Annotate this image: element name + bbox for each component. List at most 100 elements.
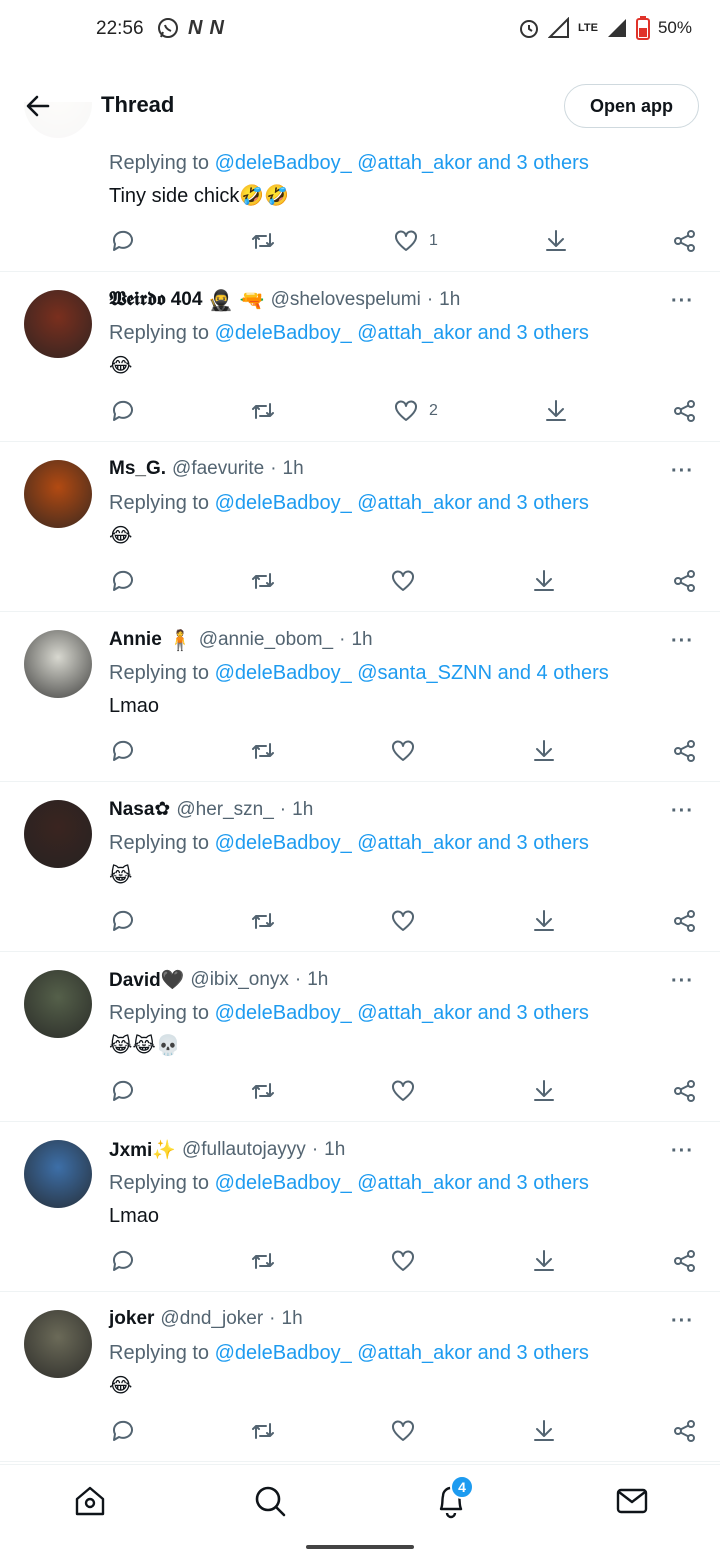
mentions-link[interactable]: @deleBadboy_ @attah_akor and 3 others: [215, 322, 589, 344]
more-options-icon[interactable]: ···: [671, 290, 694, 313]
reply-tweet[interactable]: David🖤 @ibix_onyx · 1h ··· Replying to @…: [0, 952, 720, 1122]
display-name[interactable]: Annie: [109, 629, 162, 651]
timestamp[interactable]: 1h: [307, 969, 328, 991]
reply-button[interactable]: [110, 228, 136, 254]
back-arrow-icon[interactable]: [24, 92, 52, 120]
like-button[interactable]: [390, 1248, 416, 1274]
more-options-icon[interactable]: ···: [671, 460, 694, 483]
like-button[interactable]: [390, 908, 416, 934]
like-button[interactable]: [390, 568, 416, 594]
more-options-icon[interactable]: ···: [671, 970, 694, 993]
retweet-button[interactable]: [250, 1418, 276, 1444]
mentions-link[interactable]: @deleBadboy_ @attah_akor and 3 others: [215, 832, 589, 854]
handle[interactable]: @faevurite: [172, 458, 264, 480]
reply-button[interactable]: [110, 568, 136, 594]
share-button[interactable]: [672, 568, 698, 594]
like-button[interactable]: [390, 1078, 416, 1104]
more-options-icon[interactable]: ···: [671, 800, 694, 823]
mentions-link[interactable]: @deleBadboy_ @attah_akor and 3 others: [215, 1172, 589, 1194]
retweet-button[interactable]: [250, 1078, 276, 1104]
reply-button[interactable]: [110, 1078, 136, 1104]
avatar[interactable]: [24, 800, 92, 868]
display-name[interactable]: Ms_G.: [109, 458, 166, 480]
handle[interactable]: @ibix_onyx: [190, 969, 289, 991]
share-download-button[interactable]: [531, 568, 557, 594]
timestamp[interactable]: 1h: [282, 1308, 303, 1330]
mentions-link[interactable]: @deleBadboy_ @attah_akor and 3 others: [215, 492, 589, 514]
retweet-icon: [252, 573, 274, 589]
share-download-button[interactable]: [543, 398, 569, 424]
more-options-icon[interactable]: ···: [671, 1310, 694, 1333]
share-download-button[interactable]: [531, 1418, 557, 1444]
share-download-button[interactable]: [531, 738, 557, 764]
share-button[interactable]: [672, 1248, 698, 1274]
retweet-button[interactable]: [250, 908, 276, 934]
reply-button[interactable]: [110, 908, 136, 934]
avatar[interactable]: [24, 460, 92, 528]
avatar[interactable]: [24, 1310, 92, 1378]
retweet-button[interactable]: [250, 228, 276, 254]
timestamp[interactable]: 1h: [439, 289, 460, 311]
like-button[interactable]: [390, 1418, 416, 1444]
home-icon[interactable]: [72, 1483, 108, 1519]
timestamp[interactable]: 1h: [351, 629, 372, 651]
mentions-link[interactable]: @deleBadboy_ @attah_akor and 3 others: [215, 152, 589, 174]
replying-label: Replying to: [109, 1342, 210, 1364]
share-download-button[interactable]: [531, 908, 557, 934]
timestamp[interactable]: 1h: [324, 1139, 345, 1161]
avatar[interactable]: [24, 290, 92, 358]
more-options-icon[interactable]: ···: [671, 1140, 694, 1163]
like-button[interactable]: 2: [393, 398, 438, 424]
reply-tweet[interactable]: Jxmi✨ @fullautojayyy · 1h ··· Replying t…: [0, 1122, 720, 1292]
share-button[interactable]: [672, 1418, 698, 1444]
search-icon[interactable]: [252, 1483, 288, 1519]
mentions-link[interactable]: @deleBadboy_ @attah_akor and 3 others: [215, 1342, 589, 1364]
timestamp[interactable]: 1h: [292, 799, 313, 821]
open-app-button[interactable]: Open app: [564, 84, 699, 128]
share-button[interactable]: [672, 1078, 698, 1104]
reply-tweet[interactable]: Annie 🧍 @annie_obom_ · 1h ··· Replying t…: [0, 612, 720, 782]
avatar[interactable]: [24, 970, 92, 1038]
home-indicator[interactable]: [306, 1545, 414, 1549]
handle[interactable]: @shelovespelumi: [271, 289, 421, 311]
display-name[interactable]: Jxmi✨: [109, 1138, 176, 1162]
reply-tweet[interactable]: joker @dnd_joker · 1h ··· Replying to @d…: [0, 1292, 720, 1462]
handle[interactable]: @fullautojayyy: [182, 1139, 306, 1161]
reply-tweet[interactable]: Ms_G. @faevurite · 1h ··· Replying to @d…: [0, 442, 720, 612]
share-download-button[interactable]: [531, 1078, 557, 1104]
reply-button[interactable]: [110, 1418, 136, 1444]
share-download-button[interactable]: [543, 228, 569, 254]
handle[interactable]: @her_szn_: [176, 799, 273, 821]
like-button[interactable]: 1: [393, 228, 438, 254]
reply-feed[interactable]: · ··· Replying to @deleBadboy_ @attah_ak…: [0, 102, 720, 1464]
share-button[interactable]: [672, 908, 698, 934]
messages-icon[interactable]: [614, 1483, 650, 1519]
avatar[interactable]: [24, 630, 92, 698]
retweet-button[interactable]: [250, 1248, 276, 1274]
handle[interactable]: @dnd_joker: [160, 1308, 263, 1330]
reply-tweet[interactable]: Nasa✿ @her_szn_ · 1h ··· Replying to @de…: [0, 782, 720, 952]
share-button[interactable]: [672, 398, 698, 424]
display-name[interactable]: 𝖂𝖊𝖎𝖗𝖉𝖔 404: [109, 289, 202, 311]
retweet-button[interactable]: [250, 398, 276, 424]
display-name[interactable]: Nasa✿: [109, 798, 170, 821]
share-button[interactable]: [672, 228, 698, 254]
timestamp[interactable]: 1h: [283, 458, 304, 480]
mentions-link[interactable]: @deleBadboy_ @attah_akor and 3 others: [215, 1002, 589, 1024]
retweet-button[interactable]: [250, 738, 276, 764]
display-name[interactable]: David🖤: [109, 968, 184, 992]
reply-tweet[interactable]: 𝖂𝖊𝖎𝖗𝖉𝖔 404 🥷 🔫 @shelovespelumi · 1h ··· …: [0, 272, 720, 442]
mentions-link[interactable]: @deleBadboy_ @santa_SZNN and 4 others: [215, 662, 609, 684]
like-button[interactable]: [390, 738, 416, 764]
handle[interactable]: @annie_obom_: [199, 629, 333, 651]
reply-button[interactable]: [110, 738, 136, 764]
share-button[interactable]: [672, 738, 698, 764]
more-options-icon[interactable]: ···: [671, 630, 694, 653]
display-name[interactable]: joker: [109, 1308, 154, 1330]
reply-button[interactable]: [110, 1248, 136, 1274]
retweet-button[interactable]: [250, 568, 276, 594]
avatar[interactable]: [24, 1140, 92, 1208]
reply-button[interactable]: [110, 398, 136, 424]
tweet-actions: [0, 568, 720, 598]
share-download-button[interactable]: [531, 1248, 557, 1274]
